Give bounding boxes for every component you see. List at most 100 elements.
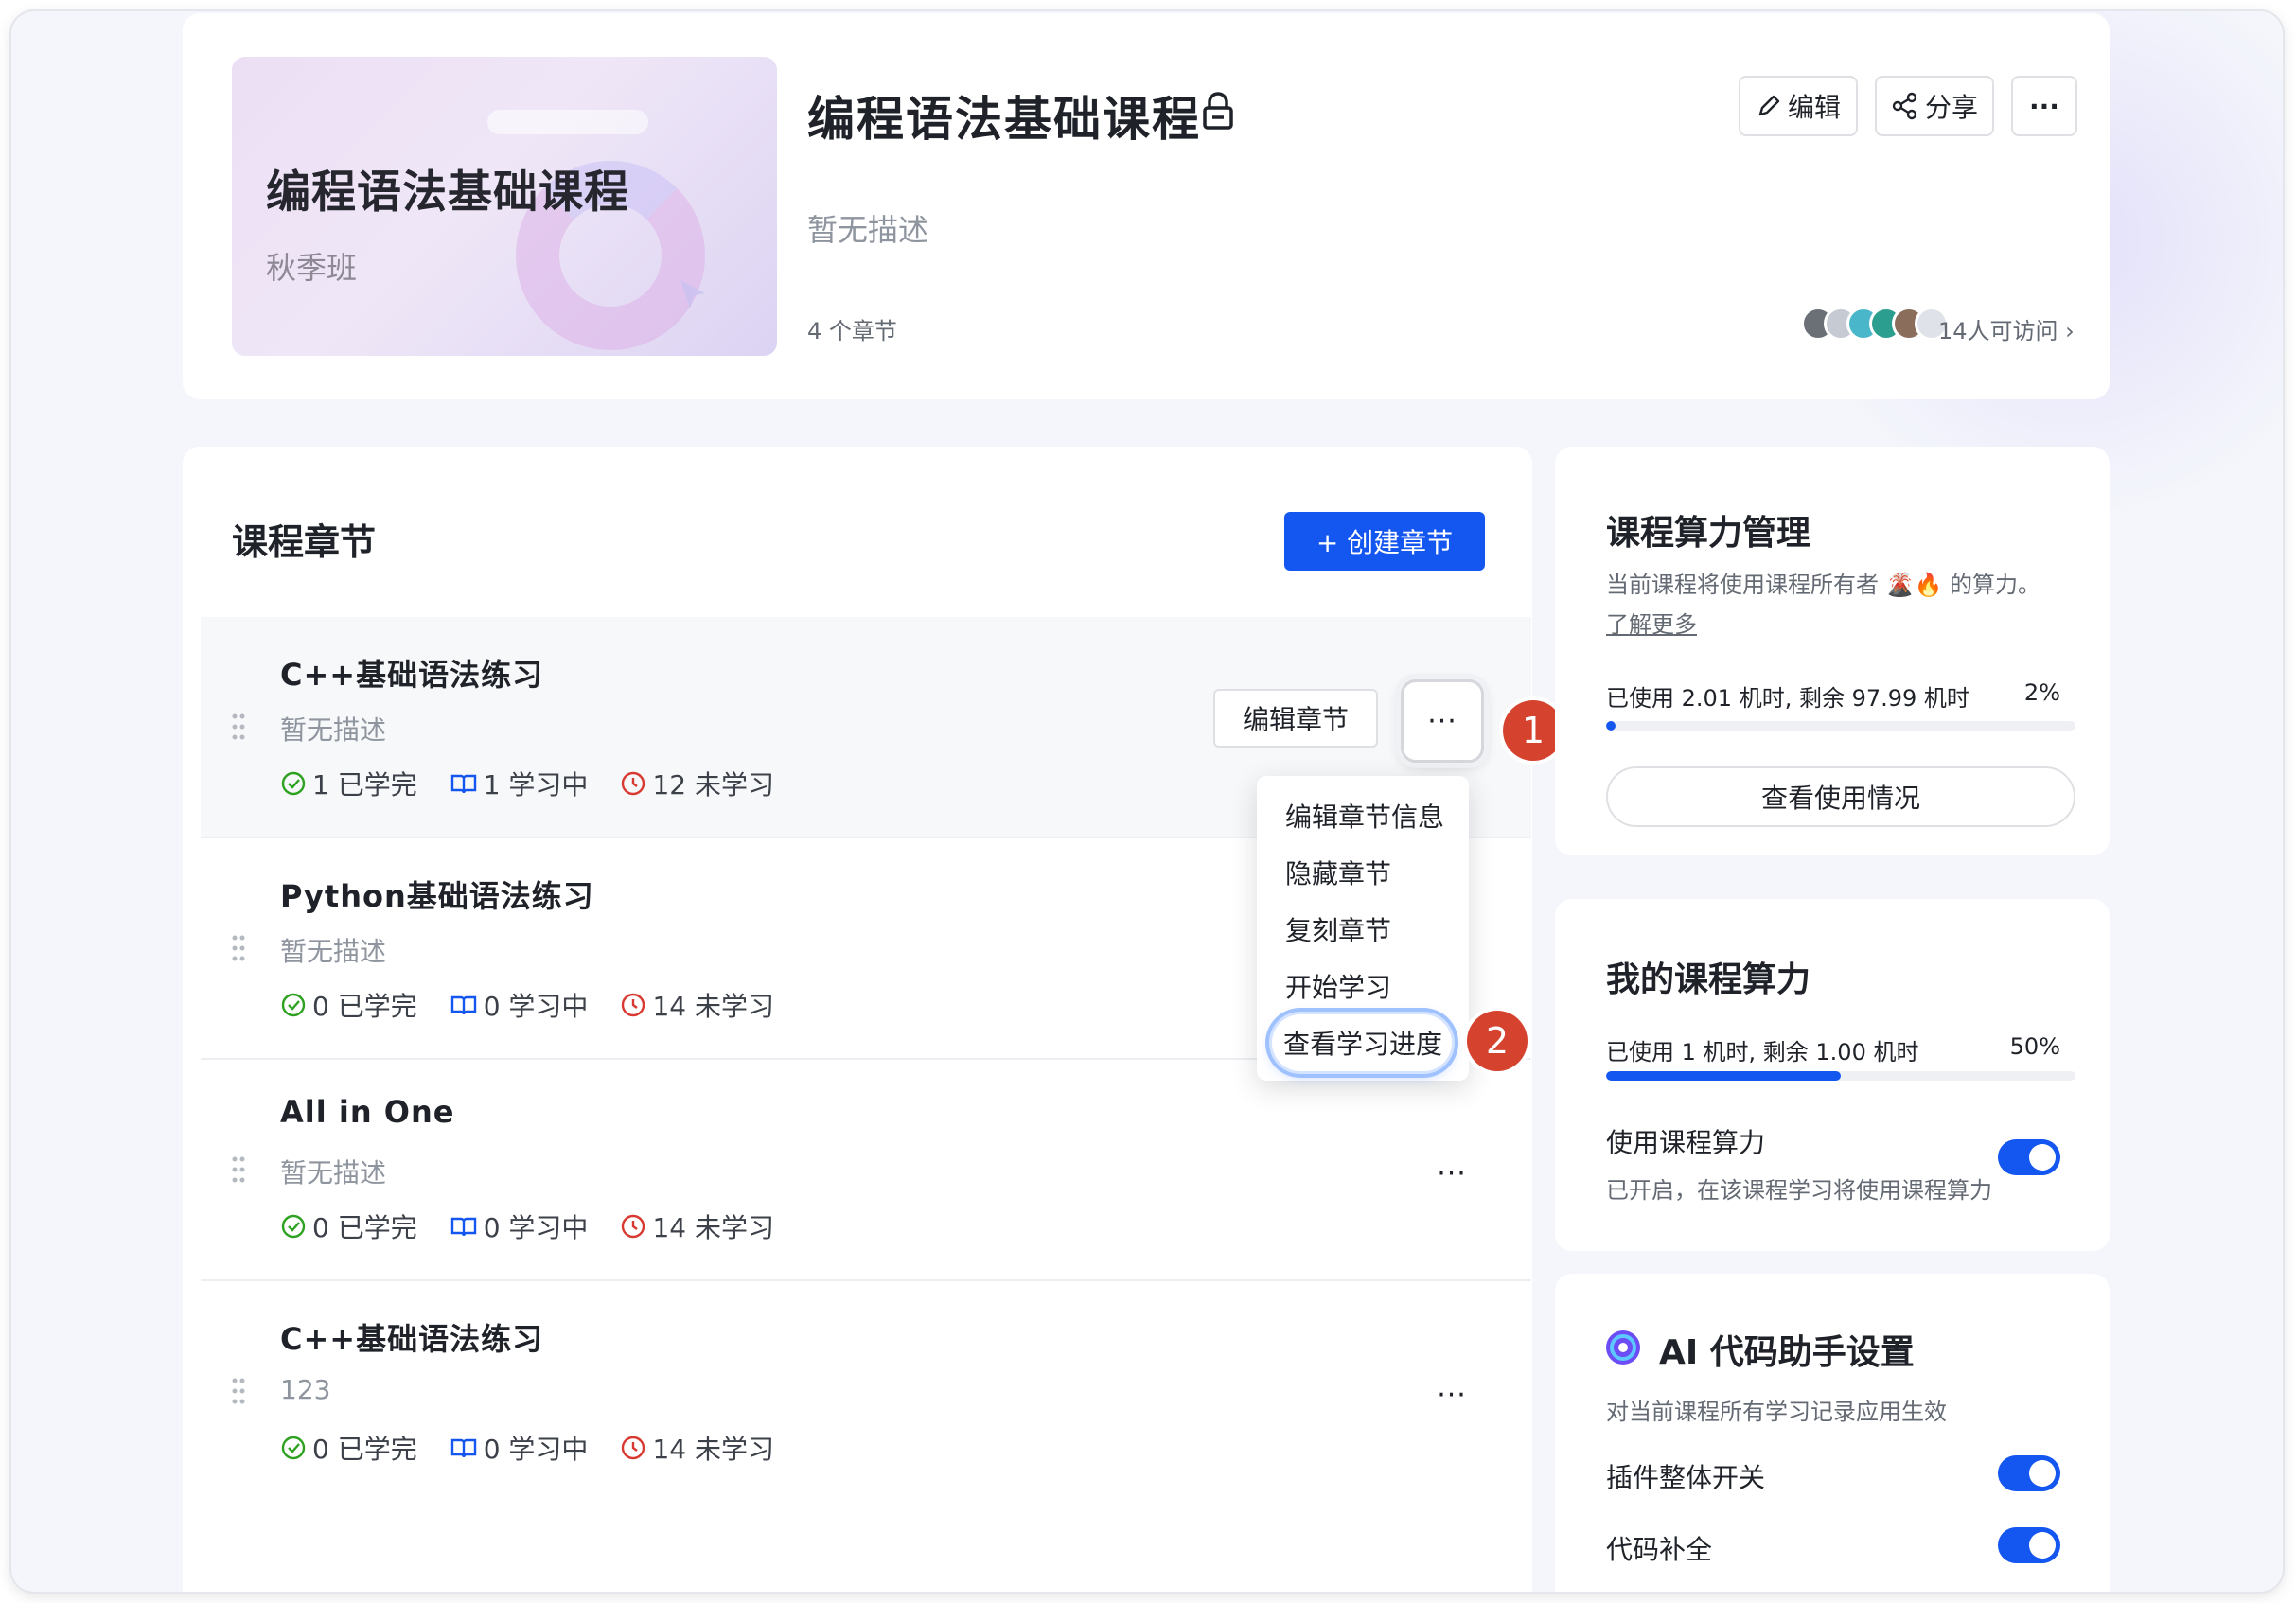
menu-item-view-progress[interactable]: 查看学习进度 <box>1272 1014 1452 1071</box>
chapter-description: 暂无描述 <box>280 936 387 967</box>
my-power-card: 我的课程算力 已使用 1 机时, 剩余 1.00 机时 50% 使用课程算力 已… <box>1555 899 2110 1251</box>
chapter-count: 4 个章节 <box>807 318 897 344</box>
edit-button[interactable]: 编辑 <box>1739 76 1858 136</box>
drag-handle-icon[interactable] <box>229 1154 248 1185</box>
my-power-usage: 已使用 1 机时, 剩余 1.00 机时 <box>1606 1039 1919 1066</box>
clock-icon <box>622 993 645 1017</box>
chapter-stats: 0 已学完 0 学习中 14 未学习 <box>280 986 774 1024</box>
cover-subtitle: 秋季班 <box>266 250 358 286</box>
chapter-row[interactable]: C++基础语法练习 123 0 已学完 0 学习中 14 未学习 ··· <box>201 1281 1531 1503</box>
chapter-title: All in One <box>280 1094 455 1130</box>
ai-assistant-title: AI 代码助手设置 <box>1659 1333 1915 1372</box>
cursor-icon <box>680 280 705 308</box>
book-icon <box>450 774 476 794</box>
owner-avatar: 🌋🔥 <box>1885 572 1943 598</box>
learning-count: 0 学习中 <box>483 991 589 1022</box>
create-chapter-button[interactable]: + 创建章节 <box>1284 512 1485 571</box>
course-power-usage: 已使用 2.01 机时, 剩余 97.99 机时 <box>1606 685 1969 712</box>
edit-chapter-button[interactable]: 编辑章节 <box>1213 689 1378 748</box>
check-circle-icon <box>281 771 306 796</box>
use-course-power-label: 使用课程算力 <box>1606 1127 1766 1158</box>
page-title: 编程语法基础课程 <box>807 92 1201 147</box>
learning-count: 0 学习中 <box>483 1212 589 1243</box>
desc-suffix: 的算力。 <box>1950 572 2041 598</box>
course-power-desc: 当前课程将使用课程所有者 🌋🔥 的算力。 <box>1606 566 2040 599</box>
clock-icon <box>622 1436 645 1460</box>
drag-handle-icon[interactable] <box>229 933 248 963</box>
chapter-description: 暂无描述 <box>280 714 387 746</box>
chapter-more-button[interactable]: ··· <box>1422 1143 1482 1204</box>
chapter-more-button[interactable]: ··· <box>1401 679 1484 763</box>
share-button[interactable]: 分享 <box>1875 76 1994 136</box>
chapter-title: Python基础语法练习 <box>280 878 594 914</box>
plugin-toggle-label: 插件整体开关 <box>1606 1462 1766 1493</box>
learning-count: 0 学习中 <box>483 1434 589 1465</box>
ai-assistant-desc: 对当前课程所有学习记录应用生效 <box>1606 1399 1947 1425</box>
ai-assistant-icon <box>1606 1330 1640 1365</box>
learning-count: 1 学习中 <box>483 769 589 801</box>
chapter-title: C++基础语法练习 <box>280 657 544 693</box>
course-power-progress <box>1606 721 2075 731</box>
clock-icon <box>622 1214 645 1239</box>
access-count-link[interactable]: 14人可访问 › <box>1938 312 2075 345</box>
book-icon <box>450 1438 476 1458</box>
check-circle-icon <box>281 993 306 1017</box>
chapter-more-button[interactable]: ··· <box>1422 1365 1482 1425</box>
lock-icon <box>1203 92 1233 130</box>
share-icon <box>1892 92 1917 120</box>
chapter-stats: 0 已学完 0 学习中 14 未学习 <box>280 1429 774 1467</box>
learn-more-link[interactable]: 了解更多 <box>1606 606 1697 639</box>
book-icon <box>450 995 476 1015</box>
progress-fill <box>1606 721 1616 731</box>
cover-title: 编程语法基础课程 <box>266 167 629 219</box>
done-count: 0 已学完 <box>312 1434 417 1465</box>
chapter-stats: 1 已学完 1 学习中 12 未学习 <box>280 765 774 802</box>
more-icon: ··· <box>1437 1156 1467 1190</box>
drag-handle-icon[interactable] <box>229 1376 248 1406</box>
my-power-progress <box>1606 1071 2075 1081</box>
course-header: 编程语法基础课程 秋季班 编程语法基础课程 暂无描述 4 个章节 编辑 分享 ·… <box>183 13 2110 399</box>
todo-count: 14 未学习 <box>652 1212 774 1243</box>
menu-item-hide-chapter[interactable]: 隐藏章节 <box>1257 844 1469 901</box>
done-count: 0 已学完 <box>312 991 417 1022</box>
todo-count: 14 未学习 <box>652 1434 774 1465</box>
pencil-icon <box>1758 95 1780 116</box>
ai-assistant-card: AI 代码助手设置 对当前课程所有学习记录应用生效 插件整体开关 代码补全 <box>1555 1274 2110 1592</box>
share-button-label: 分享 <box>1924 92 1978 123</box>
chapter-description: 123 <box>280 1374 331 1405</box>
visitor-avatars[interactable] <box>1801 307 1949 341</box>
chapter-title: C++基础语法练习 <box>280 1321 544 1357</box>
chapter-description: 暂无描述 <box>280 1157 387 1189</box>
done-count: 0 已学完 <box>312 1212 417 1243</box>
header-more-button[interactable]: ··· <box>2011 76 2077 136</box>
chapter-row[interactable]: All in One 暂无描述 0 已学完 0 学习中 14 未学习 ··· <box>201 1060 1531 1281</box>
check-circle-icon <box>281 1436 306 1460</box>
course-cover: 编程语法基础课程 秋季班 <box>232 57 777 356</box>
todo-count: 12 未学习 <box>652 769 774 801</box>
use-course-power-toggle[interactable] <box>1998 1139 2060 1175</box>
clock-icon <box>622 771 645 796</box>
plugin-toggle[interactable] <box>1998 1455 2060 1491</box>
more-icon: ··· <box>1437 1378 1467 1412</box>
course-description: 暂无描述 <box>807 212 929 248</box>
edit-button-label: 编辑 <box>1787 92 1841 123</box>
my-power-title: 我的课程算力 <box>1606 960 1811 999</box>
drag-handle-icon[interactable] <box>229 712 248 742</box>
course-power-percent: 2% <box>2023 679 2060 706</box>
code-completion-label: 代码补全 <box>1606 1534 1713 1565</box>
chapter-stats: 0 已学完 0 学习中 14 未学习 <box>280 1207 774 1245</box>
more-icon: ··· <box>1427 704 1457 738</box>
book-icon <box>450 1217 476 1237</box>
chapters-section-title: 课程章节 <box>232 521 377 563</box>
course-power-card: 课程算力管理 当前课程将使用课程所有者 🌋🔥 的算力。 了解更多 已使用 2.0… <box>1555 447 2110 855</box>
desc-prefix: 当前课程将使用课程所有者 <box>1606 572 1879 598</box>
view-usage-button[interactable]: 查看使用情况 <box>1606 766 2075 827</box>
todo-count: 14 未学习 <box>652 991 774 1022</box>
app-window: 编程语法基础课程 秋季班 编程语法基础课程 暂无描述 4 个章节 编辑 分享 ·… <box>11 11 2283 1592</box>
menu-item-duplicate-chapter[interactable]: 复刻章节 <box>1257 901 1469 958</box>
menu-item-edit-chapter-info[interactable]: 编辑章节信息 <box>1257 787 1469 844</box>
menu-item-start-learning[interactable]: 开始学习 <box>1257 958 1469 1014</box>
my-power-percent: 50% <box>2009 1033 2060 1060</box>
code-completion-toggle[interactable] <box>1998 1527 2060 1563</box>
course-power-title: 课程算力管理 <box>1606 514 1811 553</box>
